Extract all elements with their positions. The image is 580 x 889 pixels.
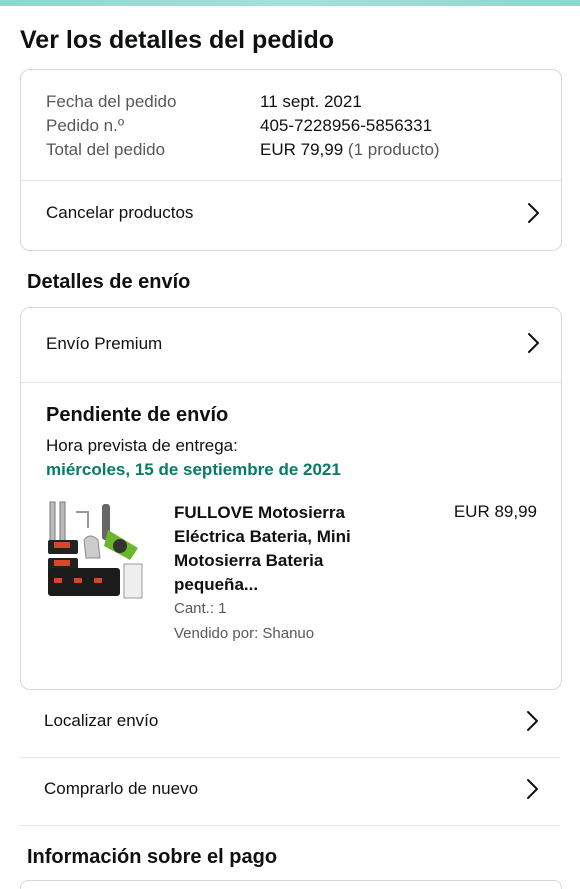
shipping-method-label: Envío Premium (46, 334, 163, 353)
buy-again-label: Comprarlo de nuevo (44, 779, 199, 798)
order-number-value: 405-7228956-5856331 (260, 116, 433, 135)
shipping-section-title: Detalles de envío (27, 271, 191, 293)
track-shipment-row[interactable]: Localizar envío (20, 689, 560, 757)
order-total-note: (1 producto) (347, 140, 440, 159)
order-total-amount: EUR 79,99 (260, 140, 344, 159)
top-accent-bar (0, 0, 580, 6)
track-shipment-label: Localizar envío (44, 711, 159, 730)
cancel-products-label: Cancelar productos (46, 203, 194, 222)
product-title-link[interactable]: FULLOVE Motosierra Eléctrica Bateria, Mi… (174, 501, 374, 597)
chainsaw-product-image[interactable] (46, 498, 154, 600)
product-quantity: Cant.: 1 (174, 600, 227, 617)
chevron-right-icon (521, 331, 545, 355)
shipment-status-title: Pendiente de envío (46, 404, 229, 426)
order-total-label: Total del pedido (46, 140, 166, 159)
cancel-products-row[interactable]: Cancelar productos (21, 181, 561, 249)
shipping-method-row[interactable]: Envío Premium (21, 308, 561, 382)
payment-section-title: Información sobre el pago (27, 846, 278, 868)
order-summary-card: Fecha del pedido 11 sept. 2021 Pedido n.… (20, 69, 562, 251)
chevron-right-icon (520, 709, 544, 733)
product-seller: Vendido por: Shanuo (174, 625, 315, 642)
chevron-right-icon (521, 201, 545, 225)
order-date-label: Fecha del pedido (46, 92, 177, 111)
divider (20, 825, 560, 826)
order-total-value: EUR 79,99 (1 producto) (260, 140, 440, 160)
shipping-card: Envío Premium Pendiente de envío Hora pr… (20, 307, 562, 690)
order-number-label: Pedido n.º (46, 116, 125, 135)
buy-again-row[interactable]: Comprarlo de nuevo (20, 757, 560, 825)
divider (21, 382, 561, 383)
page-title: Ver los detalles del pedido (20, 26, 334, 54)
delivery-estimate-date: miércoles, 15 de septiembre de 2021 (46, 460, 341, 479)
delivery-estimate-label: Hora prevista de entrega: (46, 436, 238, 455)
chevron-right-icon (520, 777, 544, 801)
product-price: EUR 89,99 (453, 502, 537, 521)
order-date-value: 11 sept. 2021 (260, 92, 362, 111)
